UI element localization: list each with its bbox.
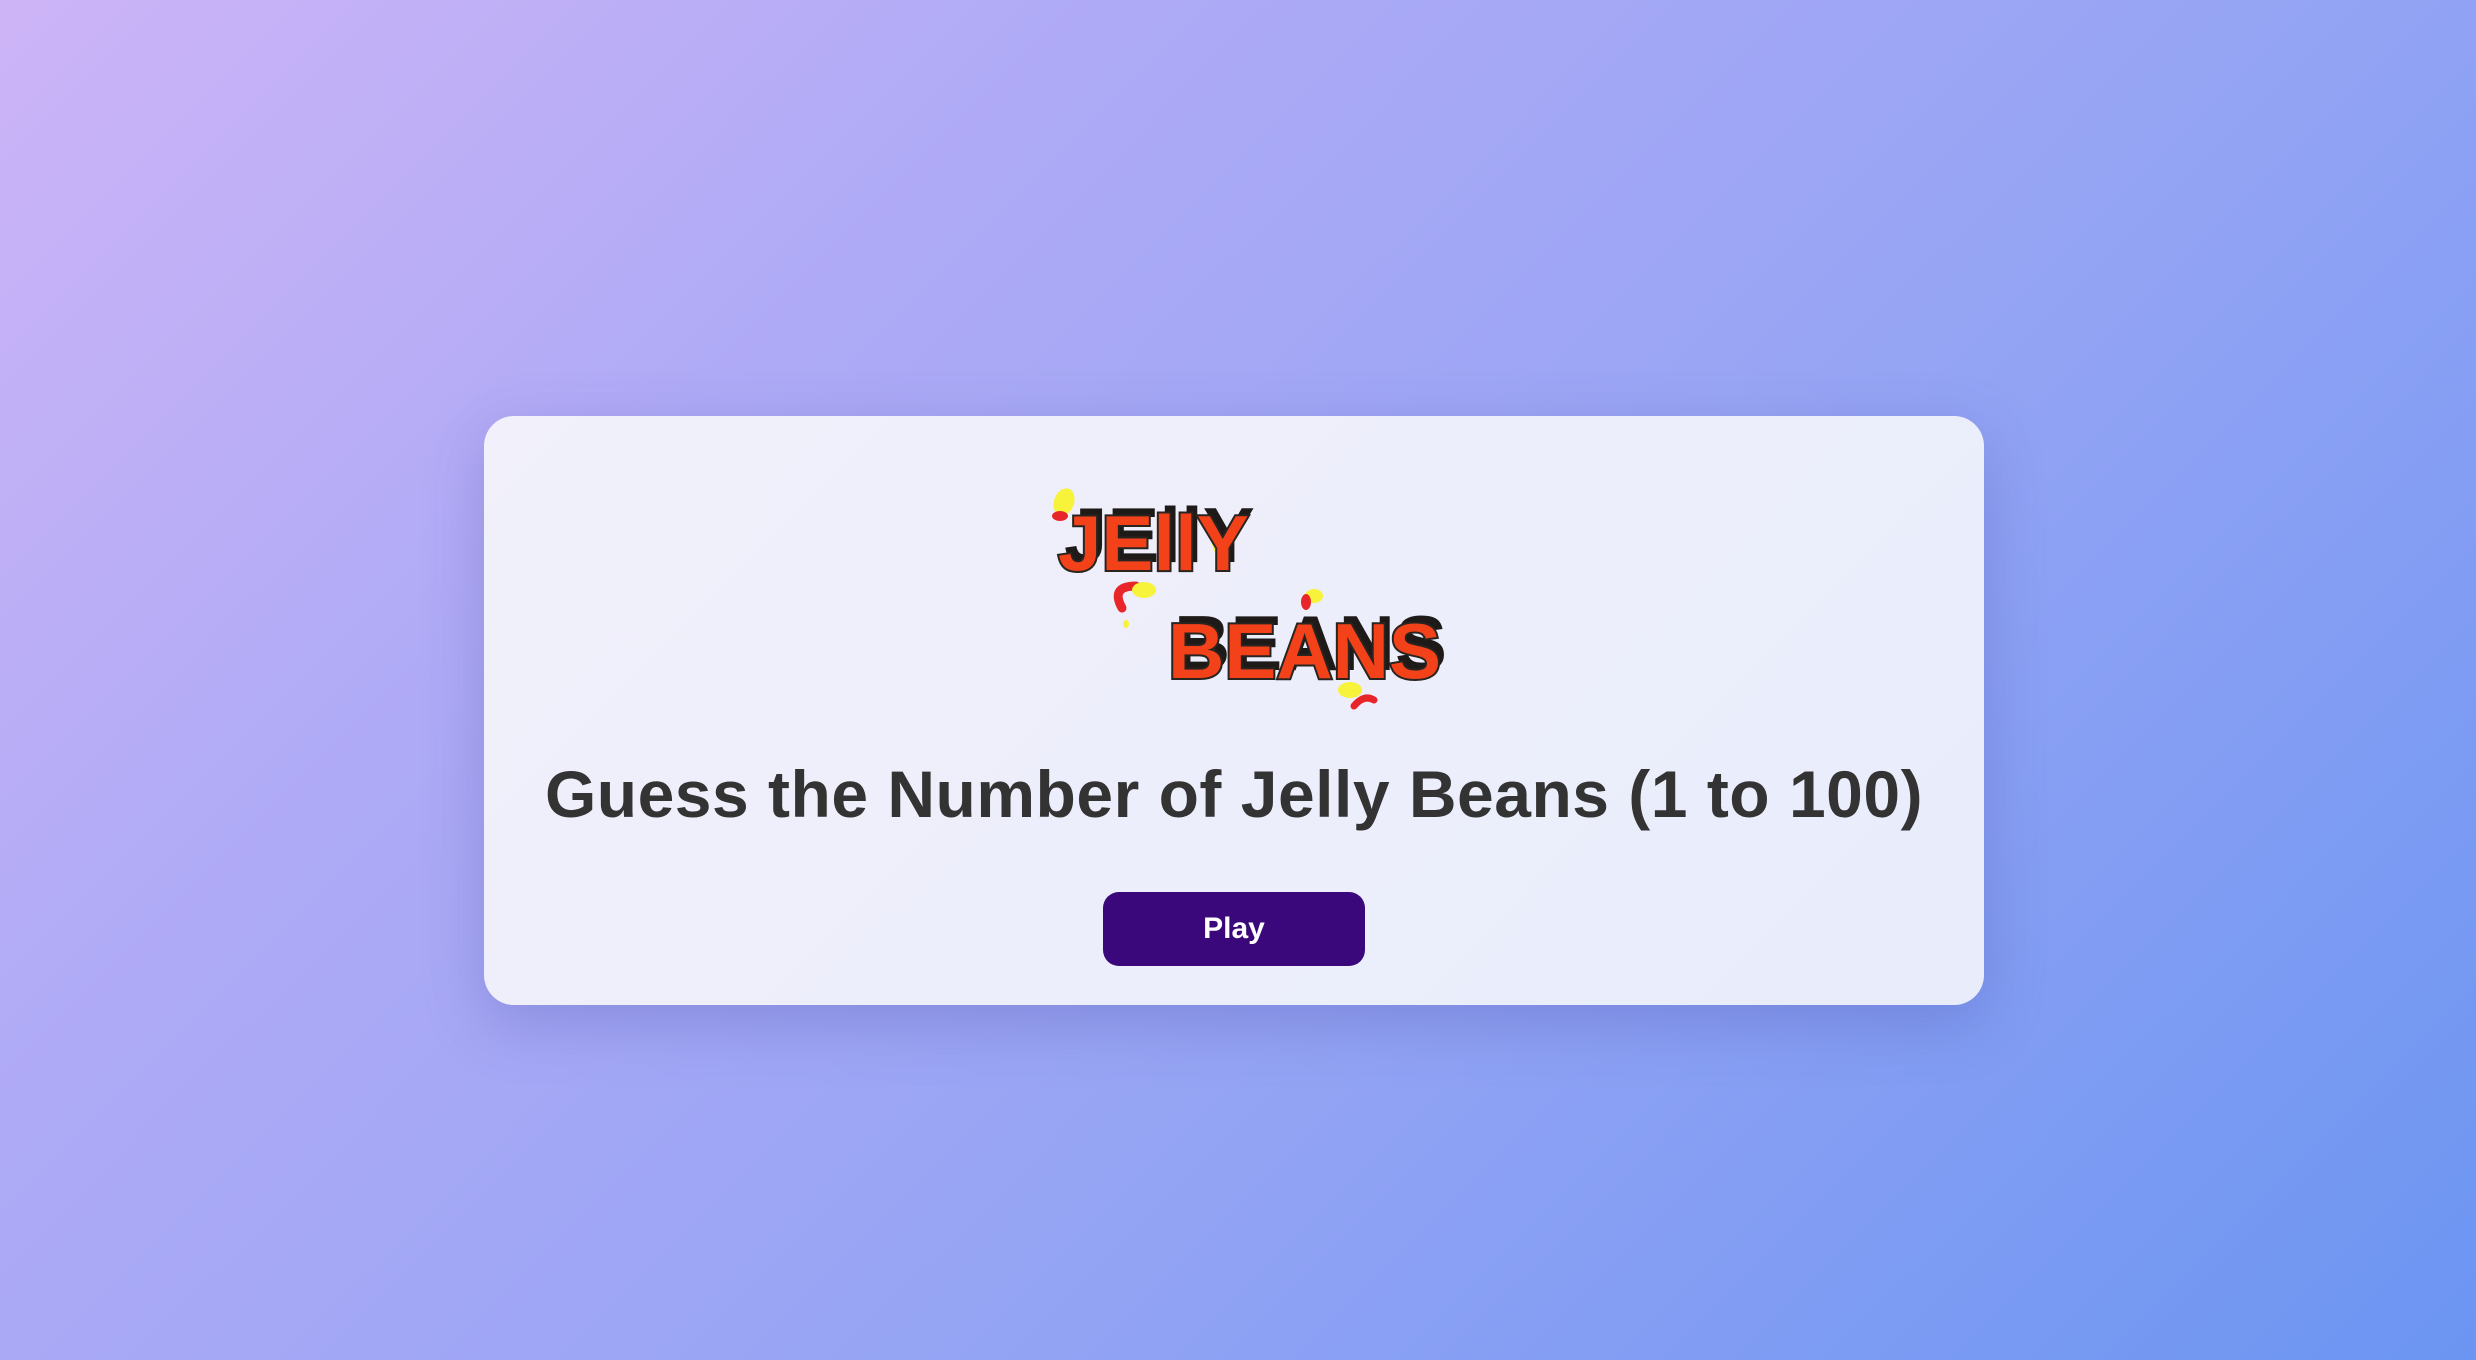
game-card: JEllY BEANS JEllY BEANS Guess the Number… (484, 416, 1984, 1005)
logo-line1: JEllY (1058, 499, 1249, 587)
play-button[interactable]: Play (1103, 892, 1365, 966)
logo-line2: BEANS (1168, 607, 1441, 695)
jelly-beans-logo: JEllY BEANS JEllY BEANS (1044, 480, 1474, 716)
game-title: Guess the Number of Jelly Beans (1 to 10… (544, 757, 1924, 831)
